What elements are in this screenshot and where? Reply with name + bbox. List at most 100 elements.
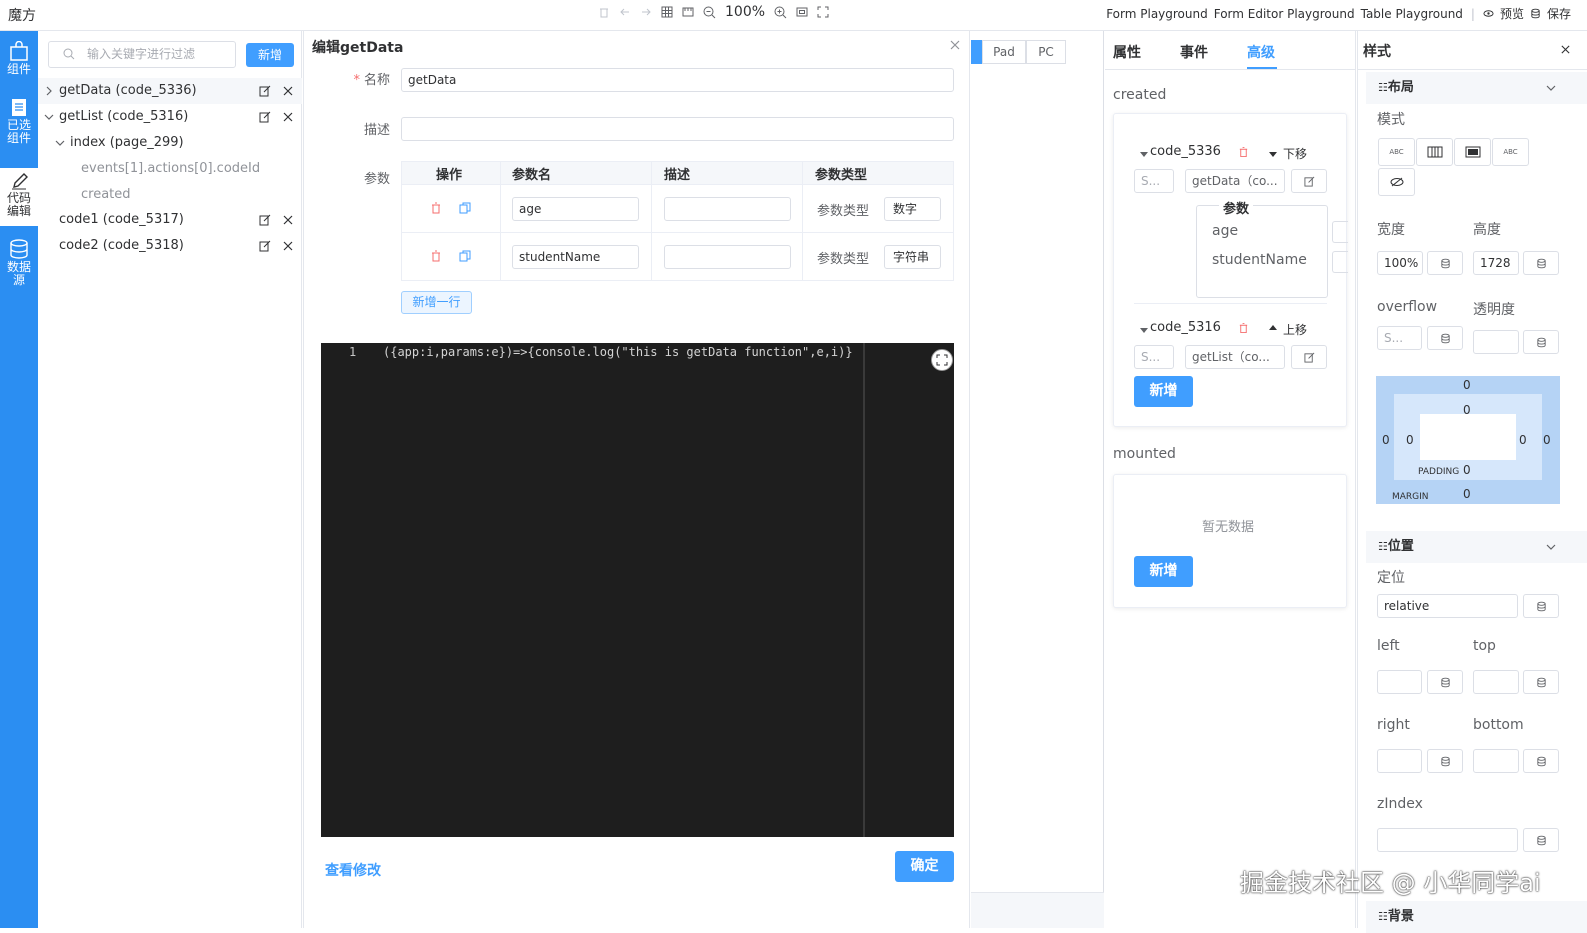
padding-right-value[interactable]: 0: [1519, 433, 1527, 447]
link-table-playground[interactable]: Table Playground: [1361, 7, 1463, 21]
height-unit-button[interactable]: [1523, 251, 1559, 275]
mode-inline-block-button[interactable]: ABC: [1492, 138, 1529, 166]
undo-icon[interactable]: [619, 6, 631, 18]
chevron-down-icon[interactable]: [55, 138, 65, 148]
close-icon[interactable]: [949, 39, 961, 51]
chevron-right-icon[interactable]: [44, 86, 54, 96]
zoom-in-icon[interactable]: [774, 6, 787, 19]
param-name-input[interactable]: studentName: [512, 245, 639, 269]
grid-icon[interactable]: [661, 6, 673, 18]
layout-group-header[interactable]: ☷布局: [1366, 72, 1587, 104]
edit-icon[interactable]: [259, 85, 271, 97]
zindex-field[interactable]: [1377, 828, 1518, 852]
code-editor[interactable]: 1 ({app:i,params:e})=>{console.log("this…: [321, 343, 954, 837]
tree-node-getdata[interactable]: getData (code_5336): [38, 78, 302, 104]
edit-func-button[interactable]: [1291, 169, 1327, 193]
tab-pc[interactable]: PC: [1026, 40, 1066, 64]
add-row-button[interactable]: 新增一行: [401, 291, 472, 314]
delete-icon[interactable]: [598, 6, 610, 18]
view-changes-link[interactable]: 查看修改: [325, 860, 381, 880]
param-input-stub[interactable]: [1332, 221, 1348, 243]
caret-down-icon[interactable]: [1269, 150, 1277, 158]
add-mounted-button[interactable]: 新增: [1134, 556, 1193, 587]
position-select[interactable]: relative: [1377, 594, 1518, 618]
zindex-unit-button[interactable]: [1523, 828, 1559, 852]
padding-top-value[interactable]: 0: [1463, 403, 1471, 417]
chevron-down-icon[interactable]: [44, 112, 54, 122]
right-field[interactable]: [1377, 749, 1422, 773]
close-icon[interactable]: [282, 111, 294, 123]
tree-node-getlist[interactable]: getList (code_5316): [38, 104, 302, 130]
event-type-select[interactable]: S...: [1134, 345, 1174, 369]
desc-field[interactable]: [401, 117, 954, 141]
trash-icon[interactable]: [430, 250, 442, 262]
margin-right-value[interactable]: 0: [1543, 433, 1551, 447]
add-event-button[interactable]: 新增: [1134, 376, 1193, 407]
bottom-field[interactable]: [1473, 749, 1519, 773]
event-type-select[interactable]: S...: [1134, 169, 1174, 193]
redo-icon[interactable]: [640, 6, 652, 18]
trash-icon[interactable]: [1238, 322, 1249, 334]
left-unit-button[interactable]: [1427, 670, 1463, 694]
code-line[interactable]: ({app:i,params:e})=>{console.log("this i…: [383, 345, 853, 359]
overflow-select[interactable]: S...: [1377, 326, 1422, 350]
param-type-select[interactable]: 数字: [884, 197, 941, 221]
save-button[interactable]: 保存: [1547, 5, 1571, 22]
mode-inline-button[interactable]: ABC: [1378, 138, 1415, 166]
left-field[interactable]: [1377, 670, 1422, 694]
param-type-select[interactable]: 字符串: [884, 245, 941, 269]
edit-icon[interactable]: [259, 111, 271, 123]
tree-node-created[interactable]: created: [38, 182, 302, 208]
event-func-select[interactable]: getList（co...: [1185, 345, 1285, 369]
width-unit-button[interactable]: [1427, 251, 1463, 275]
event-func-select[interactable]: getData（co...: [1185, 169, 1285, 193]
width-field[interactable]: 100%: [1377, 251, 1423, 275]
rail-code-edit[interactable]: 代码编辑: [0, 168, 38, 226]
rail-components[interactable]: 组件: [0, 41, 38, 76]
copy-icon[interactable]: [459, 202, 471, 214]
mode-flex-button[interactable]: [1454, 138, 1491, 166]
move-down-button[interactable]: 下移: [1283, 145, 1307, 162]
mode-block-button[interactable]: [1416, 138, 1453, 166]
ruler-icon[interactable]: [682, 6, 694, 18]
param-name-input[interactable]: age: [512, 197, 639, 221]
caret-down-icon[interactable]: [1140, 150, 1148, 158]
rail-datasource[interactable]: 数据源: [0, 239, 38, 287]
caret-up-icon[interactable]: [1269, 324, 1277, 332]
tree-node-index-page[interactable]: index (page_299): [38, 130, 302, 156]
fit-icon[interactable]: [796, 6, 808, 18]
editor-scrollbar[interactable]: [863, 343, 865, 837]
opacity-unit-button[interactable]: [1523, 330, 1559, 354]
link-form-playground[interactable]: Form Playground: [1106, 7, 1208, 21]
close-icon[interactable]: [1560, 44, 1571, 55]
margin-bottom-value[interactable]: 0: [1463, 487, 1471, 501]
search-input[interactable]: 输入关键字进行过滤: [48, 41, 236, 68]
overflow-unit-button[interactable]: [1427, 326, 1463, 350]
close-icon[interactable]: [282, 214, 294, 226]
opacity-field[interactable]: [1473, 330, 1519, 354]
confirm-button[interactable]: 确定: [895, 851, 954, 882]
edit-icon[interactable]: [259, 214, 271, 226]
param-input-stub[interactable]: [1332, 251, 1348, 273]
bottom-unit-button[interactable]: [1523, 749, 1559, 773]
link-form-editor-playground[interactable]: Form Editor Playground: [1214, 7, 1355, 21]
close-icon[interactable]: [282, 240, 294, 252]
height-field[interactable]: 1728: [1473, 251, 1519, 275]
rail-selected-components[interactable]: 已选组件: [0, 97, 38, 145]
top-field[interactable]: [1473, 670, 1519, 694]
tab-properties[interactable]: 属性: [1113, 42, 1141, 62]
copy-icon[interactable]: [459, 250, 471, 262]
tree-node-code1[interactable]: code1 (code_5317): [38, 207, 302, 233]
position-group-header[interactable]: ☷位置: [1366, 531, 1587, 563]
tab-events[interactable]: 事件: [1180, 42, 1208, 62]
move-up-button[interactable]: 上移: [1283, 321, 1307, 338]
mode-none-button[interactable]: [1378, 168, 1415, 196]
trash-icon[interactable]: [430, 202, 442, 214]
background-group-header[interactable]: ☷背景: [1366, 901, 1587, 933]
zoom-out-icon[interactable]: [703, 6, 716, 19]
edit-icon[interactable]: [259, 240, 271, 252]
tab-pad[interactable]: Pad: [982, 40, 1026, 64]
caret-down-icon[interactable]: [1140, 326, 1148, 334]
tab-advanced[interactable]: 高级: [1247, 42, 1275, 62]
preview-button[interactable]: 预览: [1500, 5, 1524, 22]
